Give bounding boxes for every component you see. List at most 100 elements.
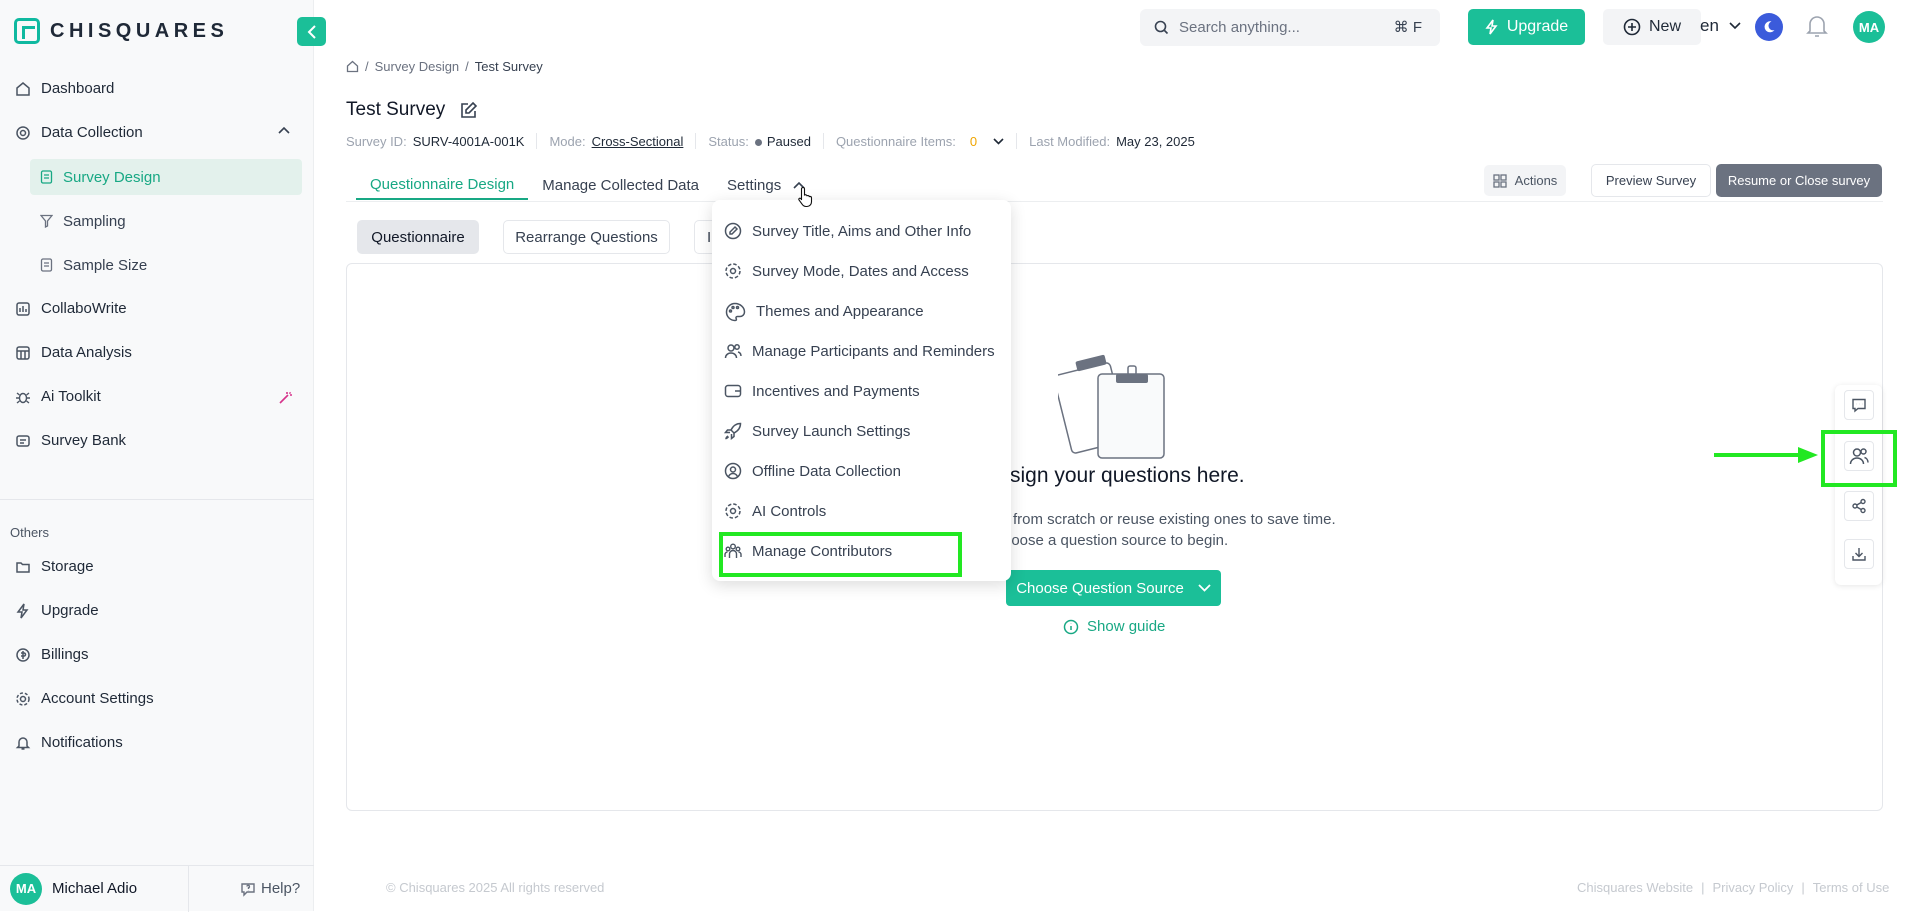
- menu-item-label: Survey Launch Settings: [752, 422, 911, 440]
- menu-item-survey-launch-settings[interactable]: Survey Launch Settings: [724, 422, 910, 440]
- bug-icon: [14, 388, 31, 405]
- analysis-icon: [14, 344, 31, 361]
- menu-item-label: Themes and Appearance: [756, 302, 924, 320]
- gear-icon: [14, 690, 31, 707]
- dark-mode-toggle[interactable]: [1755, 13, 1783, 41]
- sidebar-item-label: Data Collection: [41, 124, 143, 141]
- status-dot: [754, 138, 762, 146]
- tab-manage-collected-data[interactable]: Manage Collected Data: [528, 170, 713, 200]
- collapse-sidebar-button[interactable]: [297, 17, 326, 46]
- home-icon: [14, 80, 31, 97]
- footer-link-privacy[interactable]: Privacy Policy: [1712, 880, 1793, 895]
- highlight-manage-contributors: [719, 532, 962, 577]
- copyright-text: © Chisquares 2025 All rights reserved: [386, 880, 605, 895]
- language-select[interactable]: en: [1700, 16, 1741, 36]
- sidebar-item-label: Sampling: [63, 212, 126, 230]
- menu-item-label: Survey Title, Aims and Other Info: [752, 222, 972, 240]
- logo[interactable]: CHISQUARES: [14, 18, 228, 44]
- sidebar-item-notifications[interactable]: Notifications: [14, 734, 123, 751]
- menu-item-themes-appearance[interactable]: Themes and Appearance: [724, 302, 924, 322]
- choose-question-source-button[interactable]: Choose Question Source: [1006, 570, 1221, 606]
- footer-link-website[interactable]: Chisquares Website: [1577, 880, 1693, 895]
- edit-icon[interactable]: [459, 101, 478, 120]
- footer-separator: |: [1701, 880, 1705, 895]
- chevron-down-icon[interactable]: [993, 137, 1004, 145]
- sidebar-item-storage[interactable]: Storage: [14, 558, 94, 575]
- menu-item-survey-title-aims[interactable]: Survey Title, Aims and Other Info: [724, 222, 971, 240]
- sidebar-item-account-settings[interactable]: Account Settings: [14, 690, 154, 707]
- sidebar-item-billings[interactable]: Billings: [14, 646, 89, 663]
- empty-state-title: sign your questions here.: [1010, 464, 1245, 487]
- menu-item-ai-controls[interactable]: AI Controls: [724, 502, 826, 520]
- footer-link-terms[interactable]: Terms of Use: [1813, 880, 1890, 895]
- actions-button[interactable]: Actions: [1484, 165, 1566, 196]
- comments-button[interactable]: [1844, 390, 1874, 420]
- resume-or-close-survey-button[interactable]: Resume or Close survey: [1716, 164, 1882, 197]
- download-button[interactable]: [1844, 539, 1874, 569]
- divider: [822, 133, 824, 149]
- new-button[interactable]: New: [1603, 9, 1701, 45]
- sidebar-item-label: Survey Bank: [41, 432, 127, 449]
- preview-survey-button[interactable]: Preview Survey: [1591, 164, 1711, 197]
- sidebar-divider: [0, 499, 314, 500]
- tab-questionnaire-design[interactable]: Questionnaire Design: [356, 170, 529, 200]
- menu-item-incentives-payments[interactable]: Incentives and Payments: [724, 382, 920, 400]
- search-input[interactable]: Search anything... ⌘ F: [1140, 9, 1440, 46]
- bank-icon: [14, 432, 31, 449]
- mode-link[interactable]: Cross-Sectional: [592, 134, 684, 149]
- bolt-icon: [14, 602, 31, 619]
- mode-label: Mode:: [549, 133, 586, 149]
- chevron-down-icon: [1198, 584, 1211, 592]
- breadcrumb-current: Test Survey: [474, 59, 543, 74]
- tab-settings-label: Settings: [727, 176, 782, 194]
- sidebar-item-sample-size[interactable]: Sample Size: [30, 247, 302, 283]
- subtab-rearrange-questions[interactable]: Rearrange Questions: [503, 220, 670, 254]
- user-name[interactable]: Michael Adio: [52, 880, 137, 897]
- breadcrumb-survey-design[interactable]: Survey Design: [375, 59, 460, 74]
- data-collection-icon: [14, 124, 31, 141]
- sidebar-item-upgrade[interactable]: Upgrade: [14, 602, 99, 619]
- palette-icon: [724, 302, 746, 322]
- clipboard-illustration-icon: [1058, 350, 1168, 460]
- settings-dropdown-menu: Survey Title, Aims and Other Info Survey…: [712, 200, 1011, 581]
- sidebar-item-collabowrite[interactable]: CollaboWrite: [14, 300, 127, 317]
- breadcrumb: / Survey Design / Test Survey: [346, 59, 543, 74]
- rocket-icon: [724, 422, 742, 440]
- sidebar-item-survey-design[interactable]: Survey Design: [30, 159, 302, 195]
- survey-meta: Survey ID: SURV-4001A-001K Mode: Cross-S…: [346, 133, 1195, 149]
- sidebar-item-label: Account Settings: [41, 690, 154, 707]
- bell-icon: [14, 734, 31, 751]
- breadcrumb-separator: /: [465, 59, 469, 74]
- notifications-bell-icon[interactable]: [1805, 13, 1831, 41]
- footer-separator: |: [1801, 880, 1805, 895]
- coin-icon: [14, 646, 31, 663]
- questionnaire-items-count: 0: [969, 133, 978, 149]
- status-value: Paused: [766, 133, 811, 149]
- questionnaire-items-label: Questionnaire Items:: [835, 133, 956, 149]
- home-icon[interactable]: [346, 60, 359, 73]
- chevron-up-icon[interactable]: [278, 126, 290, 134]
- help-button[interactable]: Help?: [240, 880, 300, 897]
- file-icon: [40, 258, 53, 272]
- sidebar-item-data-collection[interactable]: Data Collection: [14, 124, 143, 141]
- menu-item-label: Manage Participants and Reminders: [752, 342, 995, 360]
- menu-item-offline-data-collection[interactable]: Offline Data Collection: [724, 462, 901, 480]
- sidebar-item-ai-toolkit[interactable]: Ai Toolkit: [14, 388, 101, 405]
- menu-item-label: Offline Data Collection: [752, 462, 901, 480]
- sidebar-item-dashboard[interactable]: Dashboard: [14, 80, 114, 97]
- subtab-questionnaire[interactable]: Questionnaire: [357, 220, 479, 254]
- sidebar-item-data-analysis[interactable]: Data Analysis: [14, 344, 132, 361]
- edit-icon: [724, 222, 742, 240]
- sidebar-item-label: Ai Toolkit: [41, 388, 101, 405]
- menu-item-survey-mode-dates[interactable]: Survey Mode, Dates and Access: [724, 262, 969, 280]
- upgrade-button[interactable]: Upgrade: [1468, 9, 1585, 45]
- sidebar-item-sampling[interactable]: Sampling: [30, 203, 302, 239]
- avatar[interactable]: MA: [10, 872, 42, 905]
- menu-item-manage-participants[interactable]: Manage Participants and Reminders: [724, 342, 995, 360]
- show-guide-link[interactable]: Show guide: [1063, 618, 1165, 635]
- share-button[interactable]: [1844, 491, 1874, 521]
- sidebar-item-survey-bank[interactable]: Survey Bank: [14, 432, 126, 449]
- empty-state-hint: hoose a question source to begin.: [1003, 532, 1229, 549]
- profile-avatar[interactable]: MA: [1853, 11, 1885, 43]
- status-label: Status:: [708, 133, 749, 149]
